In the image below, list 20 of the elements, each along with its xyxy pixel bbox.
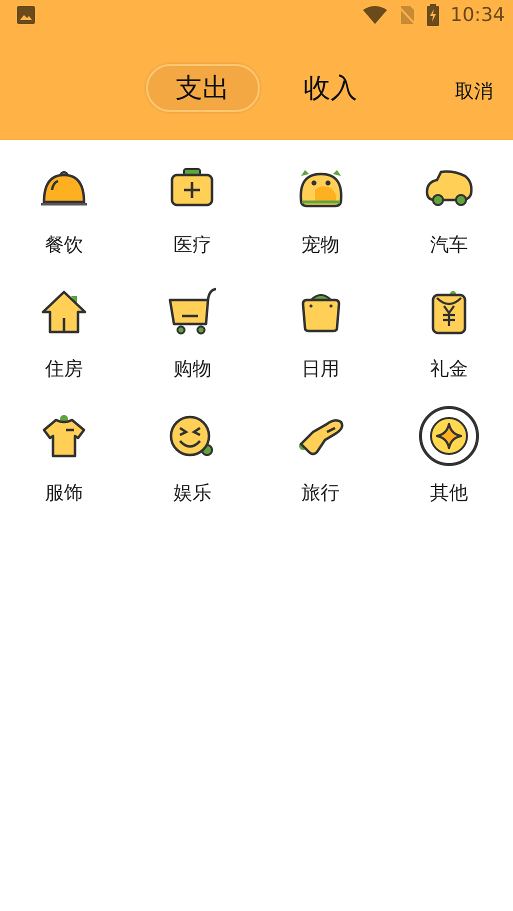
clock-time: 10:34 <box>450 4 505 26</box>
category-item[interactable]: 宠物 <box>256 146 385 258</box>
battery-charging-icon <box>426 4 440 26</box>
type-tab[interactable]: 收入 <box>274 64 388 112</box>
category-item[interactable]: 汽车 <box>384 146 513 258</box>
category-item[interactable]: 娱乐 <box>128 394 256 506</box>
no-sim-icon <box>398 5 416 25</box>
category-item[interactable]: 住房 <box>0 270 128 382</box>
cancel-button[interactable]: 取消 <box>455 78 493 104</box>
category-item[interactable]: 医疗 <box>128 146 256 258</box>
image-icon <box>16 5 36 25</box>
type-tab[interactable]: 支出 <box>146 64 260 112</box>
category-item[interactable]: 购物 <box>128 270 256 382</box>
category-item[interactable]: 餐饮 <box>0 146 128 258</box>
category-item[interactable]: 日用 <box>256 270 385 382</box>
category-item[interactable]: 旅行 <box>256 394 385 506</box>
category-item[interactable]: 服饰 <box>0 394 128 506</box>
category-item[interactable]: 其他 <box>384 394 513 506</box>
category-item[interactable]: 礼金 <box>384 270 513 382</box>
wifi-icon <box>362 5 388 25</box>
